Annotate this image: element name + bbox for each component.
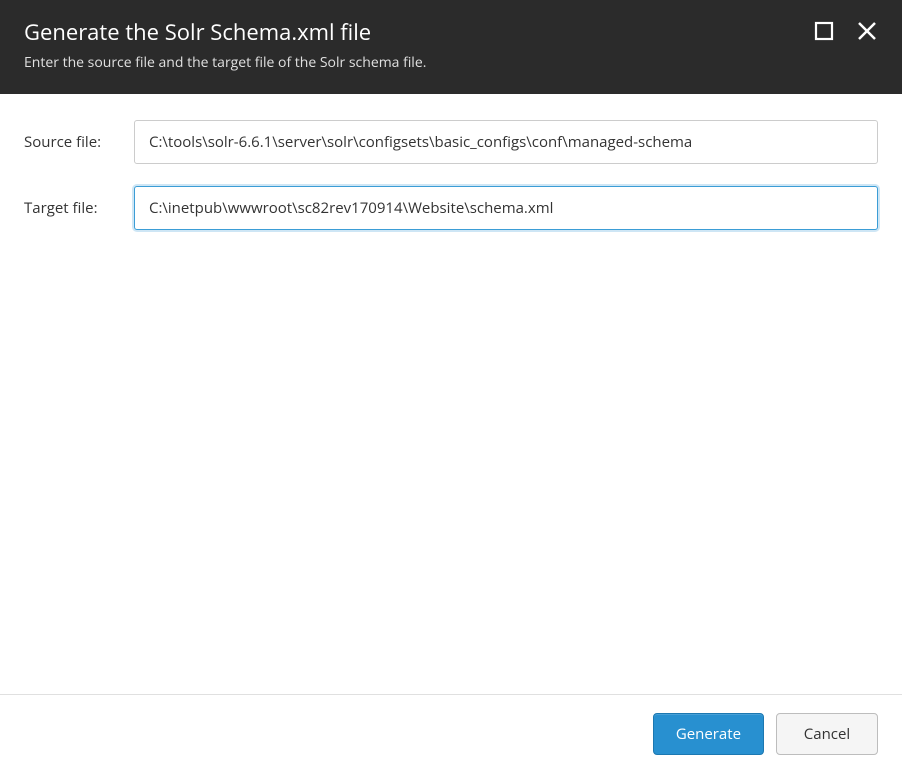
header-text-block: Generate the Solr Schema.xml file Enter …: [24, 18, 814, 72]
source-file-label: Source file:: [24, 132, 134, 152]
dialog-subtitle: Enter the source file and the target fil…: [24, 53, 814, 72]
maximize-icon[interactable]: [814, 21, 834, 41]
dialog-title: Generate the Solr Schema.xml file: [24, 18, 814, 47]
dialog-header: Generate the Solr Schema.xml file Enter …: [0, 0, 902, 94]
source-file-input[interactable]: [134, 120, 878, 164]
target-file-input[interactable]: [134, 186, 878, 230]
source-file-row: Source file:: [24, 120, 878, 164]
window-controls: [814, 20, 878, 42]
target-file-row: Target file:: [24, 186, 878, 230]
generate-button[interactable]: Generate: [653, 713, 764, 755]
dialog-content: Source file: Target file:: [0, 94, 902, 694]
target-file-label: Target file:: [24, 198, 134, 218]
dialog-footer: Generate Cancel: [0, 694, 902, 773]
cancel-button[interactable]: Cancel: [776, 713, 878, 755]
close-icon[interactable]: [856, 20, 878, 42]
